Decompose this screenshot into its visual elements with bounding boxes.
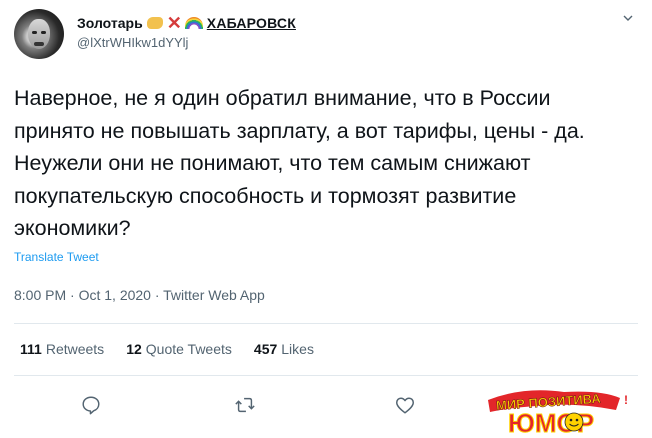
heart-icon bbox=[396, 397, 414, 414]
quote-tweets-label: Quote Tweets bbox=[145, 341, 232, 357]
rainbow-emoji-icon bbox=[184, 17, 203, 29]
avatar[interactable] bbox=[14, 9, 64, 59]
reply-button[interactable] bbox=[74, 388, 108, 422]
likes-label: Likes bbox=[281, 341, 314, 357]
retweets-stat[interactable]: 111 Retweets bbox=[20, 341, 104, 357]
quote-tweets-stat[interactable]: 12 Quote Tweets bbox=[126, 341, 232, 357]
likes-count: 457 bbox=[253, 341, 278, 357]
author-city: ХАБАРОВСК bbox=[206, 15, 296, 31]
handshake-emoji-icon bbox=[146, 17, 163, 29]
retweets-label: Retweets bbox=[45, 341, 105, 357]
translate-tweet-link[interactable]: Translate Tweet bbox=[14, 250, 99, 264]
divider bbox=[14, 375, 638, 376]
tweet-stats: 111 Retweets 12 Quote Tweets 457 Likes bbox=[20, 341, 314, 357]
reply-icon bbox=[82, 396, 100, 415]
divider bbox=[14, 323, 638, 324]
svg-text:!: ! bbox=[624, 393, 628, 407]
like-button[interactable] bbox=[388, 388, 422, 422]
tweet-timestamp[interactable]: 8:00 PM · Oct 1, 2020 · Twitter Web App bbox=[14, 287, 265, 303]
retweet-icon bbox=[235, 397, 255, 413]
author-name-row[interactable]: Золотарь ✕ ХАБАРОВСК bbox=[77, 14, 296, 32]
cross-mark-icon: ✕ bbox=[166, 13, 182, 33]
author-display-name[interactable]: Золотарь bbox=[77, 15, 143, 31]
quote-tweets-count: 12 bbox=[126, 341, 142, 357]
tweet-text: Наверное, не я один обратил внимание, чт… bbox=[14, 86, 585, 240]
author-handle[interactable]: @lXtrWHIkw1dYYlj bbox=[77, 35, 188, 50]
watermark-logo: МИР ПОЗИТИВА ЮМОР ! bbox=[488, 390, 628, 436]
likes-stat[interactable]: 457 Likes bbox=[254, 341, 314, 357]
chevron-down-icon[interactable] bbox=[623, 13, 633, 23]
retweets-count: 111 bbox=[20, 341, 42, 357]
retweet-button[interactable] bbox=[228, 388, 262, 422]
